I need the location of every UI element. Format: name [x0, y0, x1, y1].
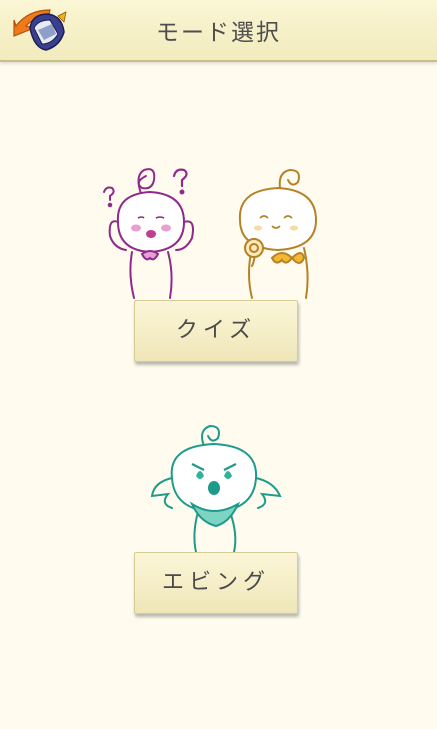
ebbing-mode-button[interactable]: エビング — [134, 552, 298, 614]
page-title: モード選択 — [156, 20, 281, 46]
angry-character-illustration — [150, 424, 282, 553]
confused-character-illustration — [103, 168, 194, 299]
header-bar: モード選択 — [0, 0, 437, 62]
quiz-mode-button[interactable]: クイズ — [134, 300, 298, 362]
happy-character-illustration — [238, 168, 318, 299]
